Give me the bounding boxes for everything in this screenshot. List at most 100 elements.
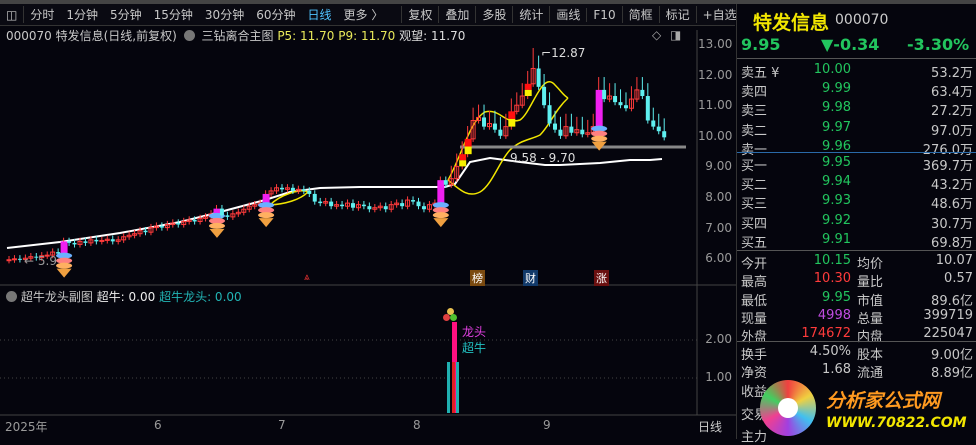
candle-down <box>558 129 563 136</box>
book-divider <box>737 152 976 153</box>
candle-signal-red <box>524 83 532 90</box>
stat-row: 换手 4.50% 股本 9.00亿 <box>741 344 973 363</box>
book-volume: 97.0万 <box>931 123 973 139</box>
stat-row: 现量 4998 总量 399719 <box>741 308 973 327</box>
order-book-row: 买二 9.94 43.2万 <box>741 174 973 193</box>
candle-down <box>225 215 230 217</box>
divider <box>737 250 976 251</box>
stat-label: 内盘 <box>857 330 884 346</box>
candle-down <box>482 117 487 127</box>
candle-down <box>110 239 115 242</box>
price-tick: 7.00 <box>705 220 732 235</box>
book-volume: 27.2万 <box>931 104 973 120</box>
tag-bang[interactable]: 榜 <box>470 270 485 286</box>
candle-signal <box>437 180 445 204</box>
order-book-row: 卖四 9.99 63.4万 <box>741 81 973 100</box>
candle-down <box>312 193 317 202</box>
stat-label: 换手 <box>741 348 768 363</box>
candle-signal-red <box>508 111 516 119</box>
candle-down <box>553 123 557 130</box>
candle-down <box>383 206 388 210</box>
time-aug: 8 <box>413 418 421 432</box>
tag-cai[interactable]: 财 <box>523 270 538 286</box>
diamond-icon[interactable]: ◇ <box>652 28 661 42</box>
candle-signal-yellow <box>524 89 532 97</box>
book-volume: 369.7万 <box>922 159 973 174</box>
order-book-row: 买一 9.95 369.7万 <box>741 155 973 174</box>
candle-down <box>72 242 77 245</box>
book-label: 卖五 ¥ <box>741 66 780 81</box>
stat-value: 4.50% <box>809 344 851 359</box>
diamond-signal-icon <box>432 212 449 219</box>
price-tick: 12.00 <box>698 67 733 82</box>
candle-down <box>318 201 323 204</box>
candle-down <box>618 102 623 106</box>
candle-down <box>569 126 574 133</box>
book-price: 9.94 <box>822 174 851 190</box>
book-price: 9.93 <box>822 193 851 209</box>
diamond-signal-icon <box>56 262 73 269</box>
book-price: 9.91 <box>822 231 851 247</box>
book-price: 10.00 <box>813 62 851 77</box>
candle-down <box>640 89 645 97</box>
candle-down <box>176 223 181 225</box>
book-volume: 63.4万 <box>931 85 973 101</box>
diamond-signal-icon <box>208 222 225 229</box>
candle-down <box>350 203 355 208</box>
last-price: 9.95 <box>741 35 781 54</box>
candle-signal-red <box>464 138 472 147</box>
candle-down <box>498 129 503 136</box>
candle-down <box>290 187 295 191</box>
longtou-label: 龙头 <box>462 325 487 339</box>
book-price: 9.98 <box>822 100 851 116</box>
stat-label: 最低 <box>741 293 768 309</box>
watermark-logo: 分析家公式网 WWW.70822.COM <box>760 378 976 439</box>
period-label[interactable]: 日线 <box>698 418 722 435</box>
stat-label: 外盘 <box>741 330 768 346</box>
candle-down <box>411 200 416 202</box>
sub-bar <box>456 362 459 413</box>
stat-row: 最低 9.95 市值 89.6亿 <box>741 290 973 309</box>
stock-name: 特发信息 <box>753 12 830 34</box>
candle-down <box>656 126 661 132</box>
book-volume: 48.6万 <box>931 197 973 213</box>
stat-row: 最高 10.30 量比 0.57 <box>741 271 973 290</box>
sub-dropdown-icon[interactable] <box>6 291 17 302</box>
book-label: 卖三 <box>741 104 768 120</box>
balls-icon <box>443 308 459 324</box>
diamond-signal-icon <box>258 212 275 219</box>
kline-chart[interactable] <box>0 0 736 439</box>
stat-value: 9.00亿 <box>931 348 973 363</box>
sub-header: 超牛龙头副图 超牛: 0.00 超牛龙头: 0.00 <box>6 288 242 305</box>
book-price: 9.97 <box>822 119 851 135</box>
candle-down <box>416 201 421 207</box>
candle-down <box>143 230 148 233</box>
candle-signal <box>595 89 603 127</box>
candle-signal-yellow <box>464 146 472 155</box>
stat-label: 量比 <box>857 275 884 291</box>
stat-row: 今开 10.15 均价 10.07 <box>741 253 973 272</box>
candle-down <box>329 201 334 207</box>
book-volume: 30.7万 <box>931 216 973 232</box>
candle-down <box>443 180 448 185</box>
stat-value: 10.15 <box>813 253 851 268</box>
diamond-signal-icon <box>56 268 72 278</box>
candle-down <box>159 226 164 228</box>
book-volume: 43.2万 <box>931 178 973 194</box>
chaoniu-value: 超牛: 0.00 <box>96 290 156 304</box>
candle-down <box>547 105 552 124</box>
price-tick: 11.00 <box>698 98 733 113</box>
sub-tick-1: 1.00 <box>705 370 732 384</box>
tag-zhang[interactable]: 涨 <box>594 270 609 286</box>
candle-up <box>11 258 17 261</box>
time-year: 2025年 <box>5 420 48 434</box>
candle-down <box>645 96 650 121</box>
price-tick: 13.00 <box>698 37 733 51</box>
candle-down <box>192 219 197 222</box>
sub-title[interactable]: 超牛龙头副图 <box>21 290 93 304</box>
stat-value: 4998 <box>817 307 851 323</box>
panel-toggle-icon[interactable]: ◨ <box>670 28 681 42</box>
book-label: 买一 <box>741 159 768 174</box>
sub-bar <box>452 362 455 413</box>
stat-label: 市值 <box>857 293 884 309</box>
